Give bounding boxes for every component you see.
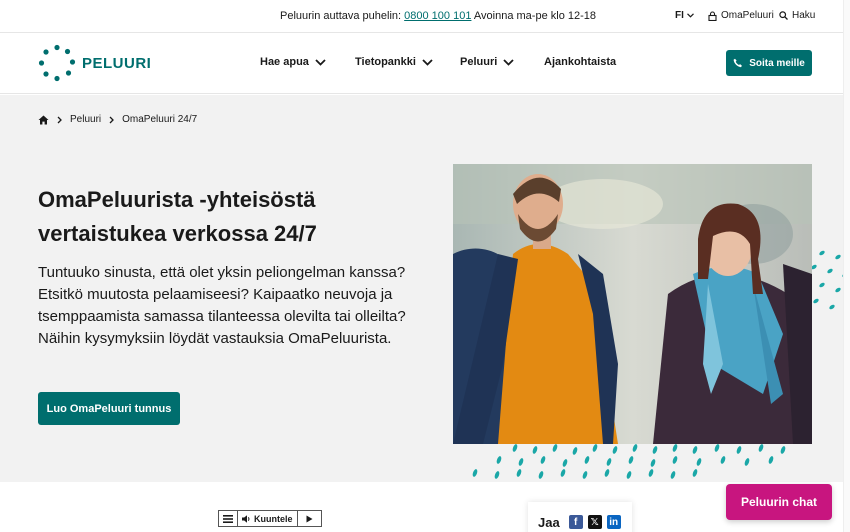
phone-info: Peluurin auttava puhelin: 0800 100 101 A… (280, 10, 596, 22)
call-us-button[interactable]: Soita meille (726, 50, 812, 76)
main-header: PELUURI Hae apua Tietopankki Peluuri Aja… (0, 33, 850, 94)
nav-item-tietopankki[interactable]: Tietopankki (355, 56, 433, 68)
hero-lead: Tuntuuko sinusta, että olet yksin pelion… (38, 264, 406, 347)
account-label: OmaPeluuri (721, 10, 774, 21)
nav-label: Hae apua (260, 56, 309, 68)
breadcrumb-current: OmaPeluuri 24/7 (122, 114, 198, 125)
logo-wordmark: PELUURI (82, 54, 152, 72)
account-link[interactable]: OmaPeluuri (708, 10, 774, 21)
chevron-down-icon (422, 58, 433, 66)
nav-label: Peluuri (460, 56, 498, 68)
nav-label: Tietopankki (355, 56, 416, 68)
content-start: Kuuntele Jaa f 𝕏 in (0, 482, 850, 532)
search-icon (779, 11, 788, 20)
hero-photo (453, 164, 812, 444)
search-link[interactable]: Haku (779, 10, 815, 21)
play-button[interactable] (298, 511, 321, 526)
breadcrumb-link[interactable]: Peluuri (70, 114, 101, 125)
site-logo[interactable]: PELUURI (38, 44, 151, 82)
x-icon[interactable]: 𝕏 (587, 515, 602, 529)
nav-item-peluuri[interactable]: Peluuri (460, 56, 514, 68)
logo-mark-icon (38, 44, 76, 82)
share-label: Jaa (538, 514, 560, 530)
decorative-dots (472, 444, 786, 479)
nav-item-ajankohtaista[interactable]: Ajankohtaista (544, 56, 616, 68)
create-account-button[interactable]: Luo OmaPeluuri tunnus (38, 392, 180, 425)
listen-widget[interactable]: Kuuntele (218, 510, 322, 527)
chevron-down-icon (686, 13, 694, 18)
chevron-right-icon (109, 116, 115, 123)
breadcrumb: Peluuri OmaPeluuri 24/7 (38, 114, 197, 125)
phone-hours: Avoinna ma-pe klo 12-18 (473, 10, 597, 22)
listen-menu-button[interactable] (219, 511, 238, 526)
phone-prefix: Peluurin auttava puhelin: (280, 10, 402, 22)
utility-bar: Peluurin auttava puhelin: 0800 100 101 A… (0, 0, 850, 33)
listen-label: Kuuntele (254, 513, 293, 524)
chat-button[interactable]: Peluurin chat (726, 484, 832, 520)
facebook-icon[interactable]: f (568, 515, 583, 529)
scrollbar[interactable] (843, 0, 850, 532)
search-label: Haku (792, 10, 816, 21)
language-label: FI (675, 10, 684, 21)
nav-item-hae-apua[interactable]: Hae apua (260, 56, 326, 68)
listen-button[interactable]: Kuuntele (238, 511, 298, 526)
lock-icon (708, 10, 717, 21)
phone-icon (733, 58, 743, 68)
people-walking-image (453, 164, 812, 444)
nav-label: Ajankohtaista (544, 56, 617, 68)
phone-number-link[interactable]: 0800 100 101 (404, 10, 471, 22)
page-title: OmaPeluurista -yhteisöstä vertaistukea v… (38, 187, 317, 246)
share-box: Jaa f 𝕏 in (528, 502, 632, 532)
home-icon[interactable] (38, 115, 49, 125)
call-us-label: Soita meille (749, 57, 805, 69)
speaker-icon (242, 514, 250, 523)
play-icon (306, 515, 313, 522)
language-selector[interactable]: FI (675, 10, 694, 21)
hero-section: Peluuri OmaPeluuri 24/7 OmaPeluurista -y… (0, 95, 850, 482)
menu-icon (223, 514, 233, 523)
chevron-down-icon (315, 58, 326, 66)
chevron-right-icon (57, 116, 62, 123)
chevron-down-icon (503, 58, 514, 66)
linkedin-icon[interactable]: in (606, 515, 621, 529)
